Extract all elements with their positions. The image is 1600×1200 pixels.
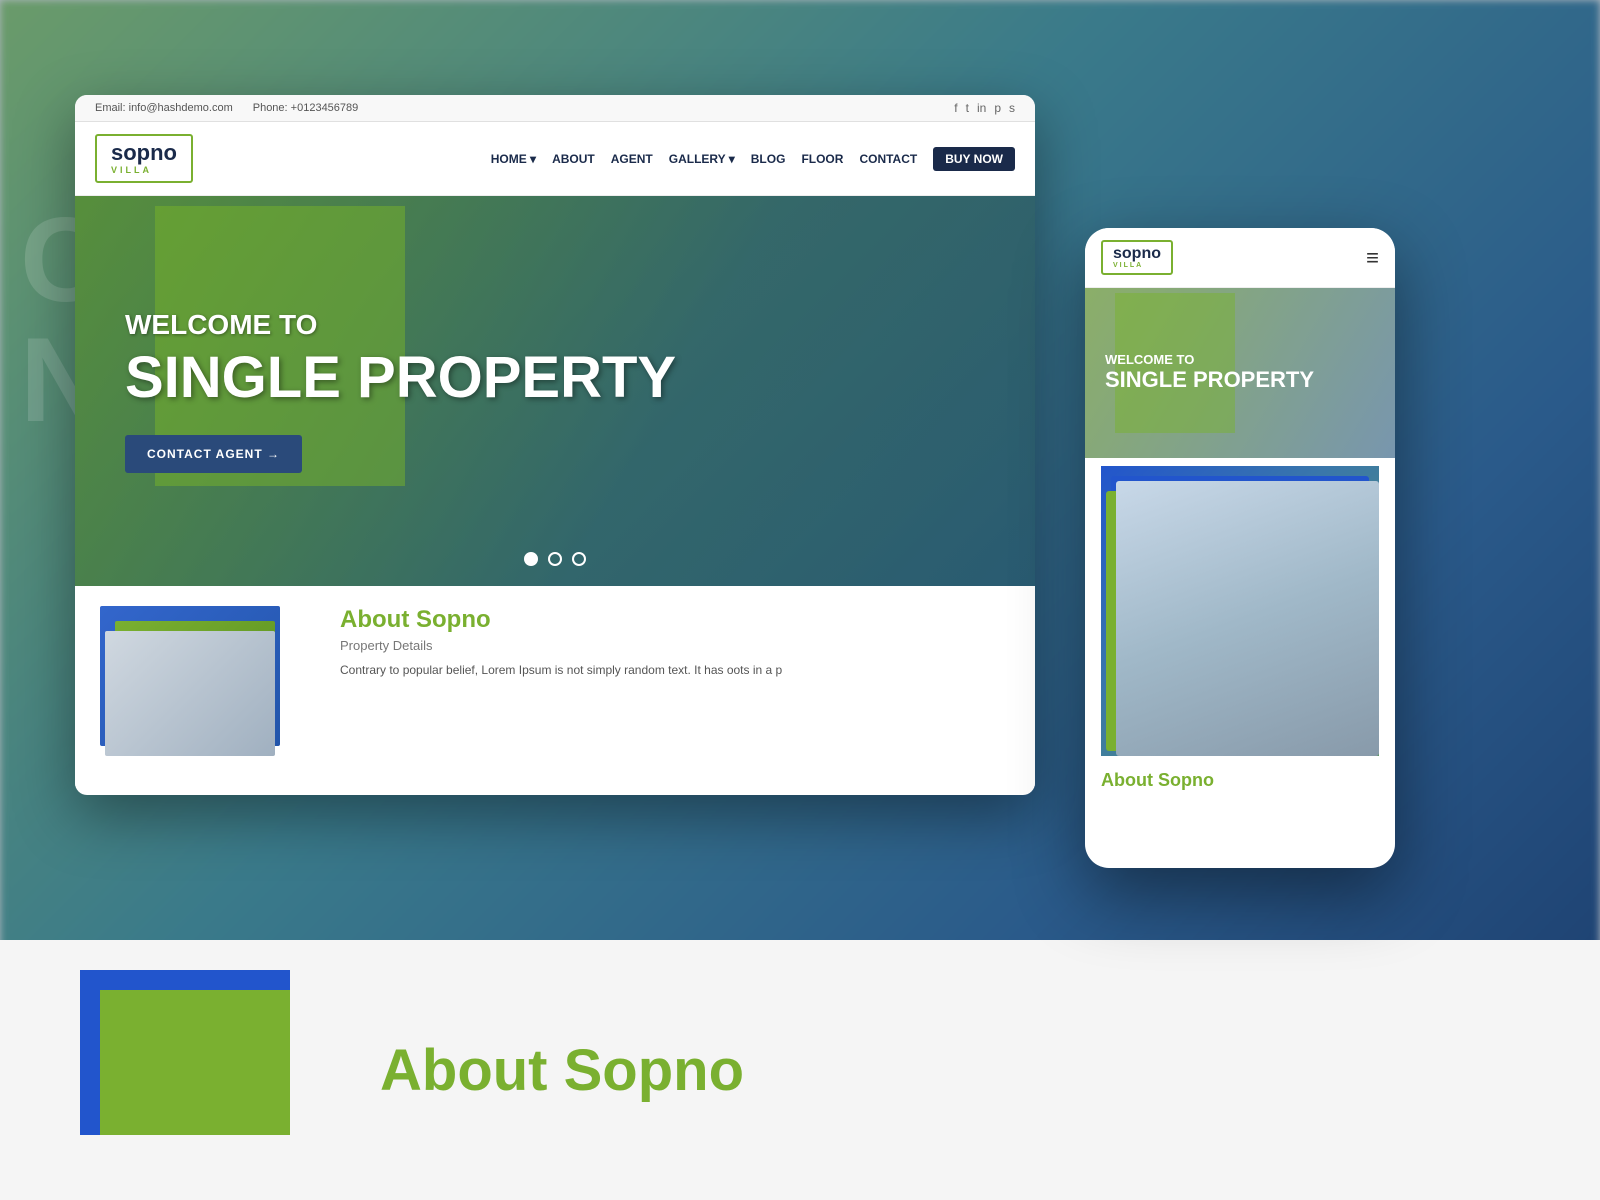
pinterest-icon[interactable]: p (994, 101, 1001, 115)
about-title: About Sopno (340, 606, 1010, 634)
hero-title-text: SINGLE PROPERTY (125, 346, 985, 410)
desktop-about-section: About Sopno Property Details Contrary to… (75, 586, 1035, 786)
mobile-about-title: About Sopno (1101, 770, 1379, 791)
mobile-divider (1085, 458, 1395, 466)
dot-2[interactable] (548, 552, 562, 566)
nav-about[interactable]: ABOUT (552, 152, 595, 166)
nav-contact[interactable]: CONTACT (859, 152, 917, 166)
mobile-hero: WELCOME TO SINGLE PROPERTY (1085, 288, 1395, 458)
desktop-navbar: sopno VILLA HOME ▾ ABOUT AGENT GALLERY ▾… (75, 122, 1035, 196)
about-subtitle: Property Details (340, 638, 1010, 653)
mobile-prop-photo (1116, 481, 1379, 756)
desktop-mockup: Email: info@hashdemo.com Phone: +0123456… (75, 95, 1035, 795)
mobile-logo-sub: VILLA (1113, 262, 1161, 269)
topbar-email: Email: info@hashdemo.com (95, 102, 233, 114)
hero-content: WELCOME TO SINGLE PROPERTY CONTACT AGENT… (125, 309, 985, 473)
mobile-logo-main: sopno (1113, 246, 1161, 262)
page-bottom-about: About (380, 1038, 564, 1103)
about-label: About (340, 606, 416, 633)
mobile-hero-welcome: WELCOME TO (1105, 352, 1375, 367)
about-img-photo (105, 631, 275, 756)
hero-welcome-text: WELCOME TO (125, 309, 985, 341)
mobile-about-text: About Sopno (1085, 756, 1395, 805)
mobile-logo[interactable]: sopno VILLA (1101, 240, 1173, 275)
desktop-hero: WELCOME TO SINGLE PROPERTY CONTACT AGENT… (75, 196, 1035, 586)
topbar: Email: info@hashdemo.com Phone: +0123456… (75, 95, 1035, 122)
mobile-property-image (1101, 466, 1379, 756)
about-image-container (100, 606, 320, 766)
about-description: Contrary to popular belief, Lorem Ipsum … (340, 661, 1010, 679)
page-bottom-sopno: Sopno (564, 1038, 744, 1103)
twitter-icon[interactable]: t (966, 101, 969, 115)
slider-dots (524, 552, 586, 566)
page-bottom-green-box (100, 990, 290, 1135)
nav-home[interactable]: HOME ▾ (491, 152, 536, 166)
facebook-icon[interactable]: f (954, 101, 957, 115)
mobile-about-brand: Sopno (1158, 770, 1214, 790)
mobile-mockup: sopno VILLA ≡ WELCOME TO SINGLE PROPERTY… (1085, 228, 1395, 868)
dot-1[interactable] (524, 552, 538, 566)
page-bottom-title: About Sopno (380, 1037, 744, 1104)
about-text-content: About Sopno Property Details Contrary to… (340, 606, 1010, 679)
mobile-navbar: sopno VILLA ≡ (1085, 228, 1395, 288)
page-bottom-section: About Sopno (0, 940, 1600, 1200)
nav-buy-now[interactable]: BUY NOW (933, 147, 1015, 171)
logo-text-main: sopno (111, 142, 177, 164)
nav-floor[interactable]: FLOOR (801, 152, 843, 166)
topbar-social: f t in p s (954, 101, 1015, 115)
nav-links: HOME ▾ ABOUT AGENT GALLERY ▾ BLOG FLOOR … (491, 147, 1015, 171)
hamburger-menu-icon[interactable]: ≡ (1366, 245, 1379, 271)
contact-agent-button[interactable]: CONTACT AGENT → (125, 435, 302, 473)
dot-3[interactable] (572, 552, 586, 566)
about-brand: Sopno (416, 606, 491, 633)
nav-gallery[interactable]: GALLERY ▾ (669, 152, 735, 166)
desktop-logo[interactable]: sopno VILLA (95, 134, 193, 183)
logo-text-sub: VILLA (111, 165, 152, 175)
page-bottom-image (80, 970, 340, 1170)
topbar-contact-info: Email: info@hashdemo.com Phone: +0123456… (95, 102, 358, 114)
instagram-icon[interactable]: in (977, 101, 986, 115)
mobile-hero-title: SINGLE PROPERTY (1105, 367, 1375, 393)
nav-agent[interactable]: AGENT (611, 152, 653, 166)
topbar-phone: Phone: +0123456789 (253, 102, 359, 114)
mobile-about-label: About (1101, 770, 1158, 790)
nav-blog[interactable]: BLOG (751, 152, 786, 166)
dribbble-icon[interactable]: s (1009, 101, 1015, 115)
